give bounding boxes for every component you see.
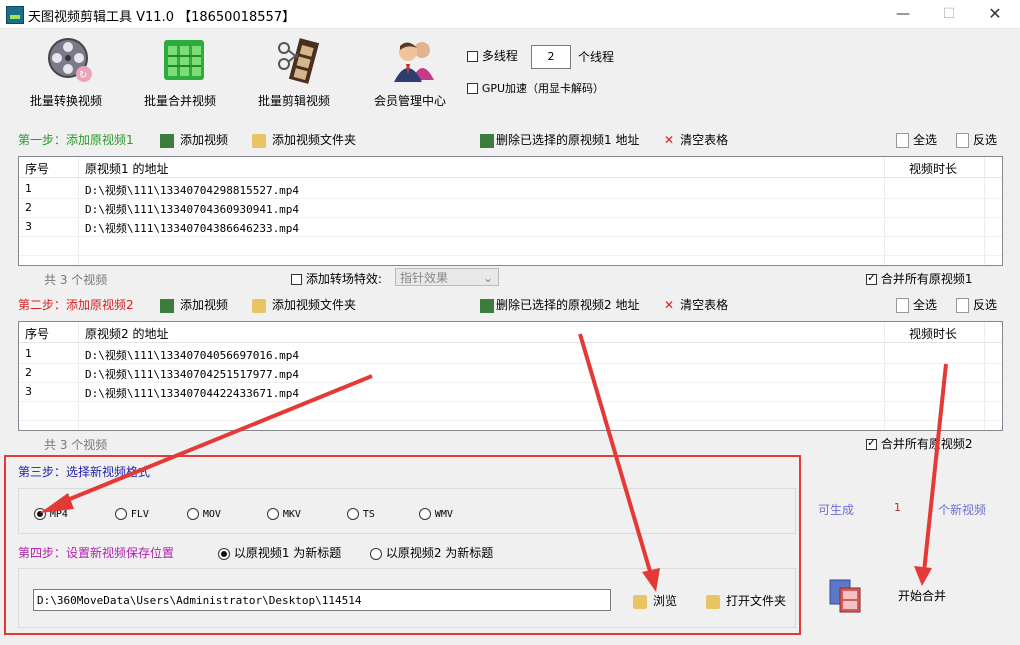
- annotation-arrows: [40, 333, 948, 592]
